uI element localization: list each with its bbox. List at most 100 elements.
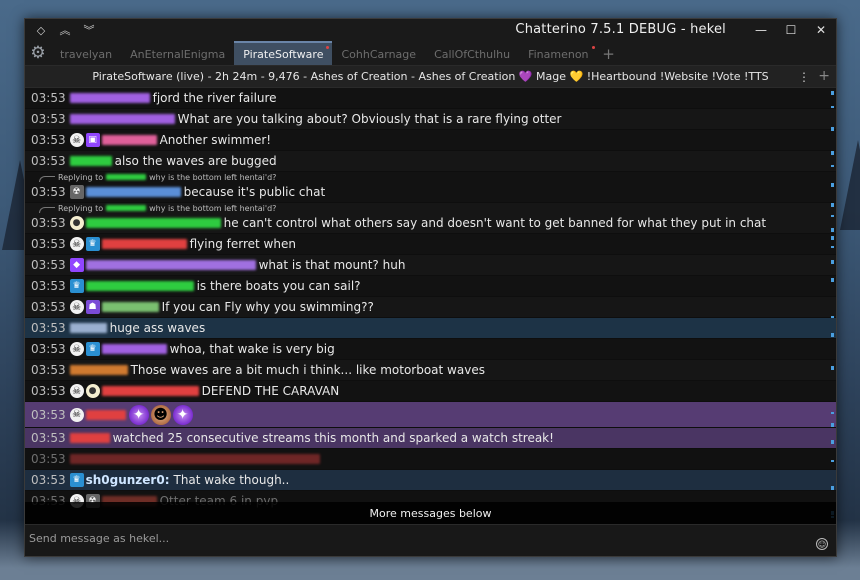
chat-message[interactable]: 03:53 ☠ ☗ If you can Fly why you swimming?? <box>25 297 836 318</box>
crown-badge-icon[interactable]: ♛ <box>69 473 84 487</box>
add-split-button[interactable]: + <box>818 68 830 84</box>
username-redacted[interactable] <box>101 344 167 354</box>
username[interactable]: sh0gunzer0: <box>86 473 170 487</box>
chat-message[interactable]: 03:53 What are you talking about? Obvious… <box>25 109 836 130</box>
pirate-badge-icon[interactable]: ☗ <box>85 300 100 314</box>
tab-label: CallOfCthulhu <box>434 47 511 61</box>
skull-badge-icon[interactable]: ☠ <box>69 133 84 147</box>
username-redacted[interactable] <box>85 260 256 270</box>
crown-badge-icon[interactable]: ♛ <box>85 342 100 356</box>
username-redacted[interactable] <box>101 302 159 312</box>
chat-message[interactable]: 03:53 <box>25 449 836 470</box>
skull-badge-icon[interactable]: ☠ <box>69 342 84 356</box>
username-redacted[interactable] <box>69 365 128 375</box>
drop-badge-icon[interactable]: ◆ <box>69 258 84 272</box>
timestamp: 03:53 <box>31 384 66 398</box>
yellow-heart-icon: 💛 <box>569 70 584 83</box>
scrollbar-highlight-mark <box>831 246 834 248</box>
username-redacted[interactable] <box>85 187 181 197</box>
username-redacted[interactable] <box>101 135 157 145</box>
double-chevron-down-icon[interactable]: ︾ <box>77 20 101 40</box>
username-redacted[interactable] <box>85 218 221 228</box>
username-redacted[interactable] <box>69 323 107 333</box>
diamond-icon[interactable]: ◇ <box>29 20 53 40</box>
stream-header: PirateSoftware (live) - 2h 24m - 9,476 -… <box>25 65 836 88</box>
username-redacted[interactable] <box>85 409 126 420</box>
double-chevron-up-icon[interactable]: ︽ <box>53 20 77 40</box>
chat-message[interactable]: 03:53 also the waves are bugged <box>25 151 836 172</box>
close-icon[interactable]: ✕ <box>806 19 836 41</box>
tab-label: PirateSoftware <box>243 47 324 61</box>
more-messages-below-button[interactable]: More messages below <box>25 502 836 524</box>
message-text: huge ass waves <box>109 321 206 335</box>
chat-message[interactable]: 03:53 ◆ what is that mount? huh <box>25 255 836 276</box>
minimize-icon[interactable]: — <box>746 19 776 41</box>
chat-message[interactable]: 03:53 ☠ ♛ flying ferret when <box>25 234 836 255</box>
tab-bar: ⚙ travelyan AnEternalEnigma PirateSoftware… <box>25 41 836 65</box>
egg-badge-icon[interactable]: ● <box>69 216 84 230</box>
tab-travelyan[interactable]: travelyan <box>51 43 121 65</box>
chat-message[interactable]: 03:53 ☠ ● DEFEND THE CARAVAN <box>25 381 836 402</box>
username-redacted[interactable] <box>69 114 175 124</box>
username-redacted[interactable] <box>69 93 150 103</box>
username-redacted[interactable] <box>69 156 112 166</box>
timestamp: 03:53 <box>31 185 66 199</box>
message-text: What are you talking about? Obviously th… <box>177 112 562 126</box>
scrollbar[interactable] <box>826 88 836 526</box>
scrollbar-highlight-mark <box>831 423 834 427</box>
username-redacted[interactable] <box>101 386 199 396</box>
timestamp: 03:53 <box>31 258 66 272</box>
tab-cohhcarnage[interactable]: CohhCarnage <box>332 43 425 65</box>
title-bar: ◇ ︽ ︾ Chatterino 7.5.1 DEBUG - hekel — ☐… <box>25 19 836 41</box>
reply-username-redacted <box>106 205 147 211</box>
header-suffix: !Heartbound !Website !Vote !TTS <box>586 70 769 83</box>
tab-callofcthulhu[interactable]: CallOfCthulhu <box>425 43 519 65</box>
chat-message[interactable]: 03:53 ● he can't control what others say a… <box>25 213 836 234</box>
header-mage: Mage <box>536 70 567 83</box>
egg-badge-icon[interactable]: ● <box>85 384 100 398</box>
reply-context[interactable]: Replying to why is the bottom left hentai… <box>25 172 836 182</box>
timestamp: 03:53 <box>31 154 66 168</box>
username-redacted[interactable] <box>101 239 187 249</box>
chat-message[interactable]: 03:53 ☢ because it's public chat <box>25 182 836 203</box>
gear-icon[interactable]: ⚙ <box>25 41 51 65</box>
tab-aneternalenigma[interactable]: AnEternalEnigma <box>121 43 234 65</box>
reply-context[interactable]: Replying to why is the bottom left hentai… <box>25 203 836 213</box>
badge-icon[interactable]: ☢ <box>69 185 84 199</box>
chat-message[interactable]: 03:53 ☠ ✦ ☻ ✦ <box>25 402 836 428</box>
timestamp: 03:53 <box>31 91 66 105</box>
chat-message[interactable]: 03:53 fjord the river failure <box>25 88 836 109</box>
chat-message[interactable]: 03:53 huge ass waves <box>25 318 836 339</box>
reply-text: why is the bottom left hentai'd? <box>149 203 277 213</box>
kebab-menu-icon[interactable]: ⋮ <box>798 70 810 84</box>
message-text: If you can Fly why you swimming?? <box>161 300 374 314</box>
emoji-icon[interactable]: ☺ <box>816 538 828 550</box>
message-text: is there boats you can sail? <box>196 279 361 293</box>
chat-message[interactable]: 03:53 Those waves are a bit much i think.… <box>25 360 836 381</box>
tab-piratesoftware[interactable]: PirateSoftware <box>234 41 333 65</box>
more-messages-label: More messages below <box>369 506 492 520</box>
chat-message[interactable]: 03:53 ♛ sh0gunzer0: That wake though.. <box>25 470 836 491</box>
gift-badge-icon[interactable]: ▣ <box>85 133 100 147</box>
skull-badge-icon[interactable]: ☠ <box>69 237 84 251</box>
skull-badge-icon[interactable]: ☠ <box>69 407 84 422</box>
timestamp: 03:53 <box>31 112 66 126</box>
skull-badge-icon[interactable]: ☠ <box>69 300 84 314</box>
crown-badge-icon[interactable]: ♛ <box>69 279 84 293</box>
fire-emote-icon: ✦ <box>172 404 193 425</box>
username-redacted[interactable] <box>69 433 110 443</box>
tab-finamenon[interactable]: Finamenon <box>519 43 597 65</box>
maximize-icon[interactable]: ☐ <box>776 19 806 41</box>
add-tab-button[interactable]: + <box>598 43 620 65</box>
chat-message[interactable]: 03:53 ♛ is there boats you can sail? <box>25 276 836 297</box>
username-redacted[interactable] <box>69 454 320 464</box>
message-input[interactable] <box>29 532 809 545</box>
skull-badge-icon[interactable]: ☠ <box>69 384 84 398</box>
chat-message[interactable]: 03:53 watched 25 consecutive streams this… <box>25 428 836 449</box>
chat-message[interactable]: 03:53 ☠ ▣ Another swimmer! <box>25 130 836 151</box>
username-redacted[interactable] <box>85 281 194 291</box>
chat-message[interactable]: 03:53 ☠ ♛ whoa, that wake is very big <box>25 339 836 360</box>
chat-log[interactable]: 03:53 fjord the river failure 03:53 What ar… <box>25 88 836 526</box>
scrollbar-highlight-mark <box>831 316 834 318</box>
crown-badge-icon[interactable]: ♛ <box>85 237 100 251</box>
